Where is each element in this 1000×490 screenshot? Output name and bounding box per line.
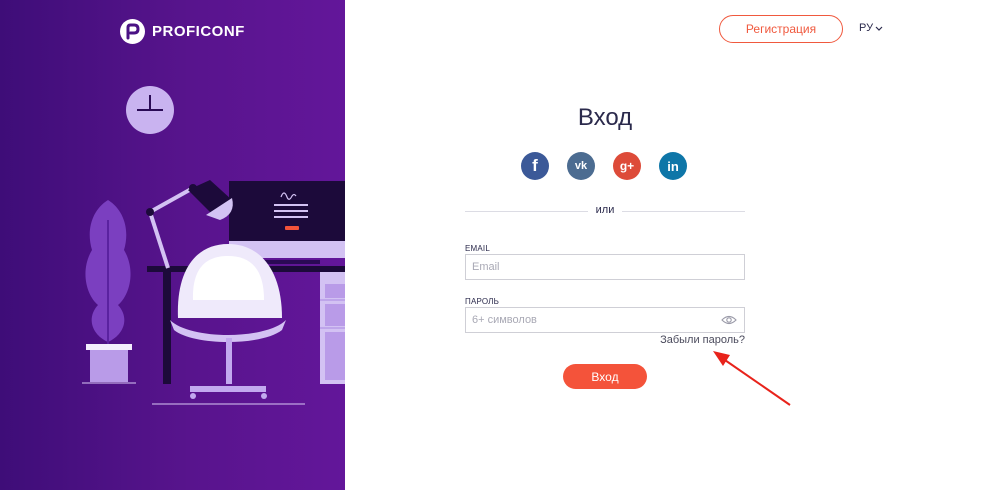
divider-text: или xyxy=(595,204,615,216)
chevron-down-icon xyxy=(875,26,883,31)
language-selector[interactable]: РУ xyxy=(859,22,883,34)
password-field[interactable] xyxy=(466,308,712,332)
clock-icon xyxy=(126,86,174,134)
linkedin-icon[interactable]: in xyxy=(659,152,687,180)
or-divider: или xyxy=(465,204,745,218)
language-label: РУ xyxy=(859,22,874,34)
social-login-group: f vk g+ in xyxy=(521,152,687,180)
forgot-password-link[interactable]: Забыли пароль? xyxy=(660,334,745,346)
google-plus-icon[interactable]: g+ xyxy=(613,152,641,180)
login-submit-button[interactable]: Вход xyxy=(563,364,647,389)
email-label: EMAIL xyxy=(465,244,491,253)
linkedin-glyph: in xyxy=(667,158,679,174)
email-field[interactable] xyxy=(466,255,712,279)
password-field-wrapper xyxy=(465,307,745,333)
divider-line-right xyxy=(622,211,745,212)
register-button[interactable]: Регистрация xyxy=(719,15,843,43)
password-label: ПАРОЛЬ xyxy=(465,297,500,306)
email-field-wrapper xyxy=(465,254,745,280)
left-illustration-panel: PROFICONF xyxy=(0,0,345,490)
plant-icon xyxy=(82,200,136,384)
vk-glyph: vk xyxy=(574,160,588,172)
facebook-icon[interactable]: f xyxy=(521,152,549,180)
vk-icon[interactable]: vk xyxy=(567,152,595,180)
workspace-illustration xyxy=(82,86,345,405)
facebook-glyph: f xyxy=(532,156,538,175)
page-title: Вход xyxy=(577,104,633,131)
google-glyph: g+ xyxy=(619,159,635,173)
show-password-eye-icon[interactable] xyxy=(721,314,737,326)
